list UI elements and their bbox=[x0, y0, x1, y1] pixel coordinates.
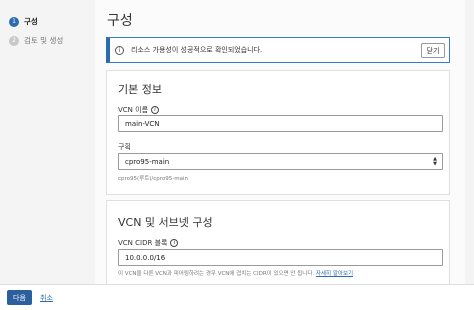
page-title: 구성 bbox=[107, 13, 133, 29]
vcn-subnet-title: VCN 및 서브넷 구성 bbox=[118, 216, 213, 229]
select-arrows-icon: ▲ ▼ bbox=[433, 156, 437, 167]
compartment-label: 구획 bbox=[118, 142, 131, 152]
main-content: 구성 i 리소스 가용성이 성공적으로 확인되었습니다. 닫기 기본 정보 VC… bbox=[95, 0, 465, 284]
basic-info-section: 기본 정보 VCN 이름 i main-VCN 구획 cpro95-main ▲… bbox=[106, 70, 450, 195]
step-label-configuration: 구성 bbox=[24, 17, 38, 26]
next-button[interactable]: 다음 bbox=[7, 290, 32, 305]
info-icon: i bbox=[115, 45, 124, 55]
step-review-create[interactable]: 2 검토 및 생성 bbox=[9, 31, 95, 50]
success-alert: i 리소스 가용성이 성공적으로 확인되었습니다. 닫기 bbox=[106, 37, 450, 63]
vcn-subnet-section: VCN 및 서브넷 구성 VCN CIDR 블록 i 10.0.0.0/16 이… bbox=[106, 200, 450, 284]
basic-info-title: 기본 정보 bbox=[118, 83, 162, 96]
compartment-select[interactable]: cpro95-main ▲ ▼ bbox=[118, 153, 443, 170]
step-configuration[interactable]: 1 구성 bbox=[9, 12, 95, 31]
cidr-value: 10.0.0.0/16 bbox=[125, 253, 166, 262]
cidr-input[interactable]: 10.0.0.0/16 bbox=[118, 249, 443, 266]
cidr-label: VCN CIDR 블록 i bbox=[118, 238, 179, 248]
step-number-2: 2 bbox=[9, 35, 19, 46]
vcn-name-label-text: VCN 이름 bbox=[118, 106, 149, 114]
cancel-link[interactable]: 취소 bbox=[40, 293, 53, 303]
cidr-hint-text: 이 VCN을 다른 VCN과 피어링하려는 경우 VCN에 겹치는 CIDR이 … bbox=[118, 271, 315, 277]
vcn-name-value: main-VCN bbox=[125, 119, 160, 128]
footer-bar: 다음 취소 bbox=[0, 284, 474, 310]
compartment-label-text: 구획 bbox=[118, 143, 131, 151]
info-icon[interactable]: i bbox=[151, 106, 160, 114]
step-label-review-create: 검토 및 생성 bbox=[24, 36, 64, 45]
compartment-path: cpro95(루트)/cpro95-main bbox=[118, 176, 189, 182]
close-alert-button[interactable]: 닫기 bbox=[421, 43, 445, 58]
cidr-hint: 이 VCN을 다른 VCN과 피어링하려는 경우 VCN에 겹치는 CIDR이 … bbox=[118, 269, 353, 277]
wizard-steps: 1 구성 2 검토 및 생성 bbox=[0, 0, 95, 284]
learn-more-link[interactable]: 자세히 알아보기 bbox=[316, 271, 353, 277]
compartment-value: cpro95-main bbox=[125, 157, 170, 166]
vcn-name-label: VCN 이름 i bbox=[118, 105, 160, 115]
step-number-1: 1 bbox=[9, 16, 19, 27]
cidr-label-text: VCN CIDR 블록 bbox=[118, 239, 168, 247]
scrollbar[interactable] bbox=[466, 0, 474, 284]
vcn-name-input[interactable]: main-VCN bbox=[118, 115, 443, 132]
info-icon[interactable]: i bbox=[170, 239, 179, 247]
alert-message: 리소스 가용성이 성공적으로 확인되었습니다. bbox=[131, 46, 263, 54]
